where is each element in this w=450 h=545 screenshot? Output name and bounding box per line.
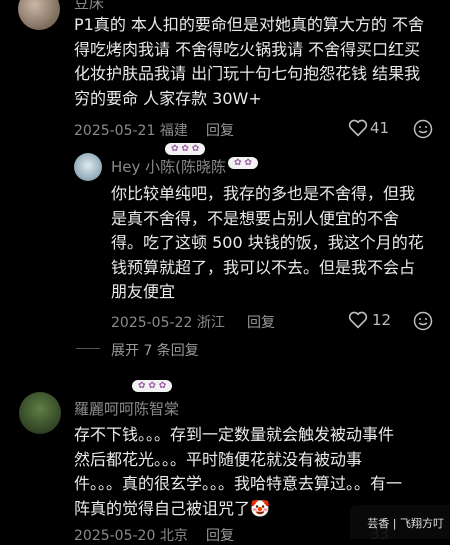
sticker-decoration: ✿ ✿ ✿ xyxy=(165,143,206,155)
comment-username[interactable]: 羅麗呵呵陈智棠 xyxy=(74,398,179,419)
comment-location: 北京 xyxy=(159,528,188,544)
like-count: 41 xyxy=(370,119,390,137)
comment-line: 得吃烤肉我请 不舍得吃火锅我请 不舍得买口红买 xyxy=(74,39,421,59)
heart-icon[interactable] xyxy=(348,119,368,137)
comment-location: 浙江 xyxy=(196,315,225,331)
commenter-avatar[interactable] xyxy=(18,0,60,30)
comment-location: 福建 xyxy=(159,123,188,139)
comment-meta: 2025-05-20 北京 xyxy=(74,525,188,545)
heart-icon[interactable] xyxy=(348,311,368,329)
reply-button[interactable]: 回复 xyxy=(206,120,234,140)
reply-button[interactable]: 回复 xyxy=(247,312,275,332)
divider xyxy=(76,348,100,349)
watermark-text: 芸香 | 飞翔方叮 xyxy=(367,517,444,530)
reply-text: 你比较单纯吧，我存的多也是不舍得，但我 是真不舍得，不是想要占别人便宜的不舍 得… xyxy=(111,182,446,305)
comment-text: P1真的 本人扣的要命但是对她真的算大方的 不舍 得吃烤肉我请 不舍得吃火锅我请… xyxy=(74,13,444,111)
comment-date: 2025-05-21 xyxy=(74,123,156,139)
comment-line: 朋友便宜 xyxy=(111,282,176,301)
comment-line: 化妆护肤品我请 出门玩十句七句抱怨花钱 结果我 xyxy=(74,64,421,83)
commenter-avatar[interactable] xyxy=(19,392,61,434)
comment-line: 钱预算就超了，我可以不去。但是我不会占 xyxy=(111,257,416,277)
comment-line: 然后都花光。。。平时随便花就没有被动事 xyxy=(74,449,363,469)
comment-line: 你比较单纯吧，我存的多也是不舍得，但我 xyxy=(111,184,416,203)
comment-line: 件。。。真的很玄学。。。我哈特意去算过。。有一 xyxy=(74,474,403,493)
comment-line: 是真不舍得，不是想要占别人便宜的不舍 xyxy=(111,208,400,228)
comment-meta: 2025-05-21 福建 xyxy=(74,120,188,140)
comment-line: 穷的要命 人家存款 30W+ xyxy=(74,88,262,108)
reply-username[interactable]: Hey 小陈(陈晓陈 xyxy=(111,156,226,177)
comment-date: 2025-05-20 xyxy=(74,528,156,544)
comment-line: 存不下钱。。。存到一定数量就会触发被动事件 xyxy=(74,425,395,444)
expand-replies-link[interactable]: 展开 7 条回复 xyxy=(111,340,199,360)
watermark-badge: 芸香 | 飞翔方叮 xyxy=(350,505,450,539)
emoji-reaction-icon[interactable] xyxy=(413,119,433,139)
reply-meta: 2025-05-22 浙江 xyxy=(111,312,225,332)
sticker-decoration: ✿ ✿ ✿ xyxy=(132,380,173,392)
comment-date: 2025-05-22 xyxy=(111,315,193,331)
comment-username[interactable]: 豆床 xyxy=(74,0,104,13)
reply-button[interactable]: 回复 xyxy=(206,525,234,545)
comment-line: P1真的 本人扣的要命但是对她真的算大方的 不舍 xyxy=(74,15,425,34)
comment-line: 得。吃了这顿 500 块钱的饭，我这个月的花 xyxy=(111,233,424,252)
reply-avatar[interactable] xyxy=(74,153,102,181)
like-count: 12 xyxy=(372,311,392,329)
emoji-reaction-icon[interactable] xyxy=(413,311,433,331)
sticker-decoration: ✿ ✿ xyxy=(228,157,258,169)
